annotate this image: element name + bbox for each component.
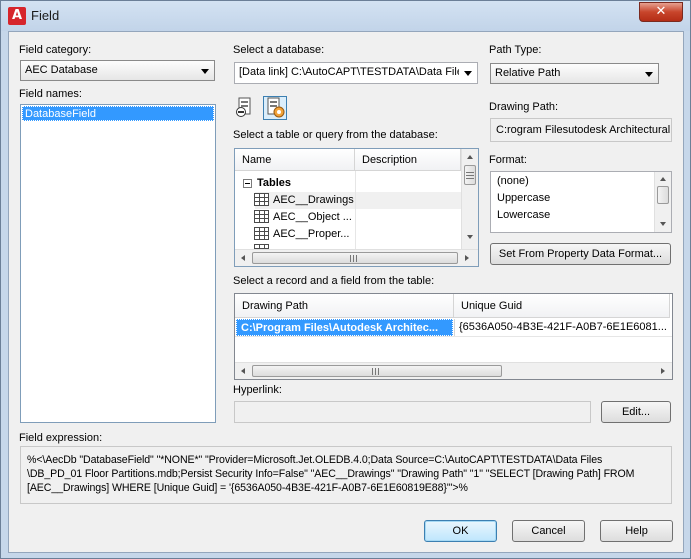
database-dropdown[interactable]: [Data link] C:\AutoCAPT\TESTDATA\Data Fi… xyxy=(234,62,478,84)
expression-line: %<\AecDb "DatabaseField" "*NONE*" "Provi… xyxy=(27,454,603,466)
scroll-up-icon[interactable] xyxy=(660,177,666,181)
tables-group[interactable]: Tables xyxy=(257,175,291,192)
hyperlink-field[interactable] xyxy=(234,401,591,423)
close-button[interactable]: ✕ xyxy=(639,2,683,22)
horizontal-scrollbar[interactable] xyxy=(235,249,478,266)
database-link-icon[interactable] xyxy=(234,97,256,119)
vertical-scrollbar[interactable] xyxy=(654,172,671,232)
scroll-down-icon[interactable] xyxy=(467,235,473,239)
set-from-property-data-format-button[interactable]: Set From Property Data Format... xyxy=(490,243,671,265)
column-header-name[interactable]: Name xyxy=(235,149,355,171)
database-label: Select a database: xyxy=(233,44,325,56)
table-icon xyxy=(254,210,269,223)
path-type-dropdown[interactable]: Relative Path xyxy=(490,63,659,84)
table-query-label: Select a table or query from the databas… xyxy=(233,129,438,141)
table-row-drawings[interactable]: AEC__Drawings xyxy=(273,192,354,209)
format-list[interactable]: (none) Uppercase Lowercase xyxy=(490,171,672,233)
record-grid[interactable]: Drawing Path Unique Guid C:\Program File… xyxy=(234,293,673,380)
table-icon xyxy=(254,193,269,206)
hyperlink-label: Hyperlink: xyxy=(233,384,282,396)
table-row-object[interactable]: AEC__Object ... xyxy=(273,209,352,226)
record-cell-unique-guid[interactable]: {6536A050-4B3E-421F-A0B7-6E1E6081... xyxy=(456,319,668,336)
scrollbar-thumb[interactable] xyxy=(252,252,458,264)
field-expression-box: %<\AecDb "DatabaseField" "*NONE*" "Provi… xyxy=(20,446,672,504)
drawing-path-field[interactable]: C:rogram Filesutodesk Architectural xyxy=(490,118,672,142)
dialog-client-area: Field category: AEC Database Field names… xyxy=(8,31,684,553)
drawing-path-value: C:rogram Filesutodesk Architectural xyxy=(496,124,671,136)
table-query-list[interactable]: Name Description Tables AEC__Drawings AE… xyxy=(234,148,479,267)
vertical-scrollbar[interactable] xyxy=(461,149,478,249)
field-name-item[interactable]: DatabaseField xyxy=(22,106,214,121)
field-expression-label: Field expression: xyxy=(19,432,103,444)
scroll-right-icon[interactable] xyxy=(661,368,665,374)
help-button[interactable]: Help xyxy=(600,520,673,542)
window-title: Field xyxy=(31,8,60,23)
format-option[interactable]: (none) xyxy=(497,173,529,190)
field-names-list[interactable]: DatabaseField xyxy=(20,104,216,423)
record-cell-drawing-path[interactable]: C:\Program Files\Autodesk Architec... xyxy=(236,319,453,336)
table-icon xyxy=(254,227,269,240)
scrollbar-thumb[interactable] xyxy=(464,165,476,185)
data-link-config-icon[interactable] xyxy=(263,96,287,120)
table-row-property[interactable]: AEC__Proper... xyxy=(273,226,349,243)
dialog-window: A Field ✕ Field category: AEC Database F… xyxy=(0,0,691,559)
drawing-path-label: Drawing Path: xyxy=(489,101,559,113)
chevron-down-icon xyxy=(645,72,653,77)
ok-button[interactable]: OK xyxy=(424,520,497,542)
format-option[interactable]: Lowercase xyxy=(497,207,550,224)
path-type-label: Path Type: xyxy=(489,44,542,56)
scroll-left-icon[interactable] xyxy=(241,368,245,374)
field-category-label-text: Field category: xyxy=(19,44,92,56)
field-category-value: AEC Database xyxy=(25,64,98,76)
record-label: Select a record and a field from the tab… xyxy=(233,275,435,287)
field-category-label: Field category: xyxy=(19,44,91,56)
column-header-unique-guid[interactable]: Unique Guid xyxy=(454,294,670,318)
path-type-value: Relative Path xyxy=(495,67,561,79)
column-divider xyxy=(355,171,356,249)
title-bar[interactable]: A Field ✕ xyxy=(1,1,690,31)
scroll-left-icon[interactable] xyxy=(241,255,245,261)
expression-line: \DB_PD_01 Floor Partitions.mdb;Persist S… xyxy=(27,468,635,480)
scroll-up-icon[interactable] xyxy=(467,155,473,159)
column-header-drawing-path[interactable]: Drawing Path xyxy=(235,294,454,318)
expression-line: [AEC__Drawings] WHERE [Unique Guid] = '{… xyxy=(27,482,468,494)
chevron-down-icon xyxy=(464,71,472,76)
scrollbar-thumb[interactable] xyxy=(657,186,669,204)
field-names-label: Field names: xyxy=(19,88,82,100)
chevron-down-icon xyxy=(201,69,209,74)
scrollbar-thumb[interactable] xyxy=(252,365,502,377)
collapse-icon[interactable] xyxy=(243,179,252,188)
cancel-button[interactable]: Cancel xyxy=(512,520,585,542)
edit-hyperlink-button[interactable]: Edit... xyxy=(601,401,671,423)
scroll-down-icon[interactable] xyxy=(660,222,666,226)
autocad-app-icon: A xyxy=(8,7,26,25)
horizontal-scrollbar[interactable] xyxy=(235,362,672,379)
database-value: [Data link] C:\AutoCAPT\TESTDATA\Data Fi… xyxy=(239,66,459,78)
scroll-right-icon[interactable] xyxy=(465,255,469,261)
format-option[interactable]: Uppercase xyxy=(497,190,550,207)
column-header-description[interactable]: Description xyxy=(355,149,461,171)
field-category-dropdown[interactable]: AEC Database xyxy=(20,60,215,81)
format-label: Format: xyxy=(489,154,527,166)
